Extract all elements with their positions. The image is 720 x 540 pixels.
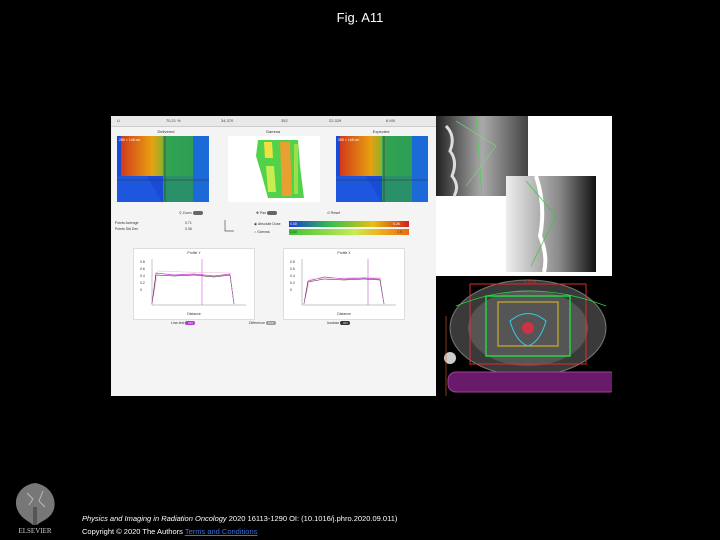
copyright-line: Copyright © 2020 The Authors Terms and C…	[82, 527, 257, 536]
toggle-state[interactable]: OFF	[265, 321, 276, 326]
top-item: 352	[281, 118, 288, 123]
points-average-value: 0.71	[185, 221, 192, 225]
journal-name: Physics and Imaging in Radiation Oncolog…	[82, 514, 227, 523]
ytick: 0.8	[290, 260, 295, 264]
zoom-icon: ⚲	[179, 211, 182, 215]
pan-label: Pan	[259, 211, 267, 215]
panel-label-delivered: Delivered	[157, 129, 175, 134]
map-corner-text: 285 × 148 cm	[119, 138, 140, 142]
elsevier-logo: ELSEVIER	[7, 479, 63, 535]
isodose-toggle[interactable]: Isodose ON	[327, 321, 351, 326]
top-item: 70.21 %	[166, 118, 181, 123]
zoom-label: Zoom	[182, 211, 192, 215]
ct-images: 0.3128	[436, 116, 612, 396]
logo-text: ELSEVIER	[18, 527, 51, 535]
profile-y-plot	[151, 259, 246, 306]
ytick: 0	[140, 288, 142, 292]
citation-line: Physics and Imaging in Radiation Oncolog…	[82, 514, 397, 523]
ytick: 0	[290, 288, 292, 292]
reset-icon: ↺	[327, 211, 330, 215]
top-item: 34.370	[221, 118, 234, 123]
toggle-label: Difference	[249, 321, 265, 325]
radio-icon: ◉	[254, 222, 258, 226]
toggle-state[interactable]: ON	[185, 321, 196, 326]
ct-image-area: 0.3128	[436, 116, 612, 396]
panel-label-gamma: Gamma	[265, 129, 281, 134]
top-item: 22.329	[329, 118, 342, 123]
figure-image: U 70.21 % 34.370 352 22.329 6 MV Deliver…	[111, 116, 612, 396]
figure-title: Fig. A11	[336, 10, 384, 25]
profile-yticks: 0.8 0.6 0.4 0.2 0	[140, 259, 145, 294]
gamma-text: Gamma	[257, 230, 270, 234]
ytick: 0.2	[290, 281, 295, 285]
line-test-toggle[interactable]: Line-test ON	[171, 321, 196, 326]
profile-xlabel: Distance	[187, 312, 201, 316]
gamma-label: ○ Gamma	[254, 230, 270, 234]
profile-x-plot	[301, 259, 396, 306]
absolute-dose-text: Absolute Dose	[257, 222, 281, 226]
profile-y-chart[interactable]: Profile Y 0.8 0.6 0.4 0.2 0 Distance	[133, 248, 255, 320]
gamma-max: 1.5	[397, 229, 402, 234]
reset-label: Reset	[330, 211, 341, 215]
pan-toggle[interactable]	[267, 211, 278, 216]
terms-link[interactable]: Terms and Conditions	[185, 527, 258, 536]
copyright-text: Copyright © 2020 The Authors	[82, 527, 183, 536]
toggle-label: Isodose	[327, 321, 340, 325]
zoom-control[interactable]: ⚲ Zoom	[179, 211, 203, 216]
gamma-colorbar	[289, 229, 409, 235]
dosimetry-app: U 70.21 % 34.370 352 22.329 6 MV Deliver…	[111, 116, 436, 396]
toggle-state[interactable]: ON	[340, 321, 351, 326]
top-item: 6 MV	[386, 118, 396, 123]
ytick: 0.6	[140, 267, 145, 271]
axes-icon	[224, 220, 234, 232]
absolute-dose-label: ◉ Absolute Dose	[254, 222, 281, 226]
ytick: 0.4	[290, 274, 295, 278]
app-top-bar: U 70.21 % 34.370 352 22.329 6 MV	[111, 116, 436, 127]
ytick: 0.2	[140, 281, 145, 285]
gamma-min: 0.00	[290, 229, 297, 234]
ytick: 0.6	[290, 267, 295, 271]
profile-yticks: 0.8 0.6 0.4 0.2 0	[290, 259, 295, 294]
ytick: 0.4	[140, 274, 145, 278]
points-average-label: Points Average	[115, 221, 139, 225]
citation-text: 2020 16113-1290 OI: (10.1016/j.phro.2020…	[226, 514, 398, 523]
absolute-dose-colorbar	[289, 221, 409, 227]
radio-icon: ○	[254, 230, 257, 234]
points-std-dev-value: 0.36	[185, 227, 192, 231]
pan-control[interactable]: ✥ Pan	[256, 211, 278, 216]
points-std-dev-label: Points Std Dev	[115, 227, 139, 231]
toggle-label: Line-test	[171, 321, 185, 325]
delivered-dose-map[interactable]: 285 × 148 cm	[117, 136, 209, 202]
absolute-dose-min: 0.00	[290, 221, 297, 226]
panel-label-expected: Expected	[372, 129, 390, 134]
map-corner-text: 285 × 148 cm	[338, 138, 359, 142]
profile-xlabel: Distance	[337, 312, 351, 316]
zoom-toggle[interactable]	[192, 211, 203, 216]
profile-x-chart[interactable]: Profile X 0.8 0.6 0.4 0.2 0 Distance	[283, 248, 405, 320]
top-item: U	[117, 118, 120, 123]
gamma-map[interactable]	[228, 136, 320, 202]
ct-label: 0.3128	[524, 279, 537, 284]
absolute-dose-max: 0.26	[393, 221, 400, 226]
reset-button[interactable]: ↺ Reset	[327, 211, 340, 215]
difference-toggle[interactable]: Difference OFF	[249, 321, 276, 326]
ytick: 0.8	[140, 260, 145, 264]
pan-icon: ✥	[256, 211, 259, 215]
expected-dose-map[interactable]: 285 × 148 cm	[336, 136, 428, 202]
lateral-xray	[506, 176, 596, 272]
